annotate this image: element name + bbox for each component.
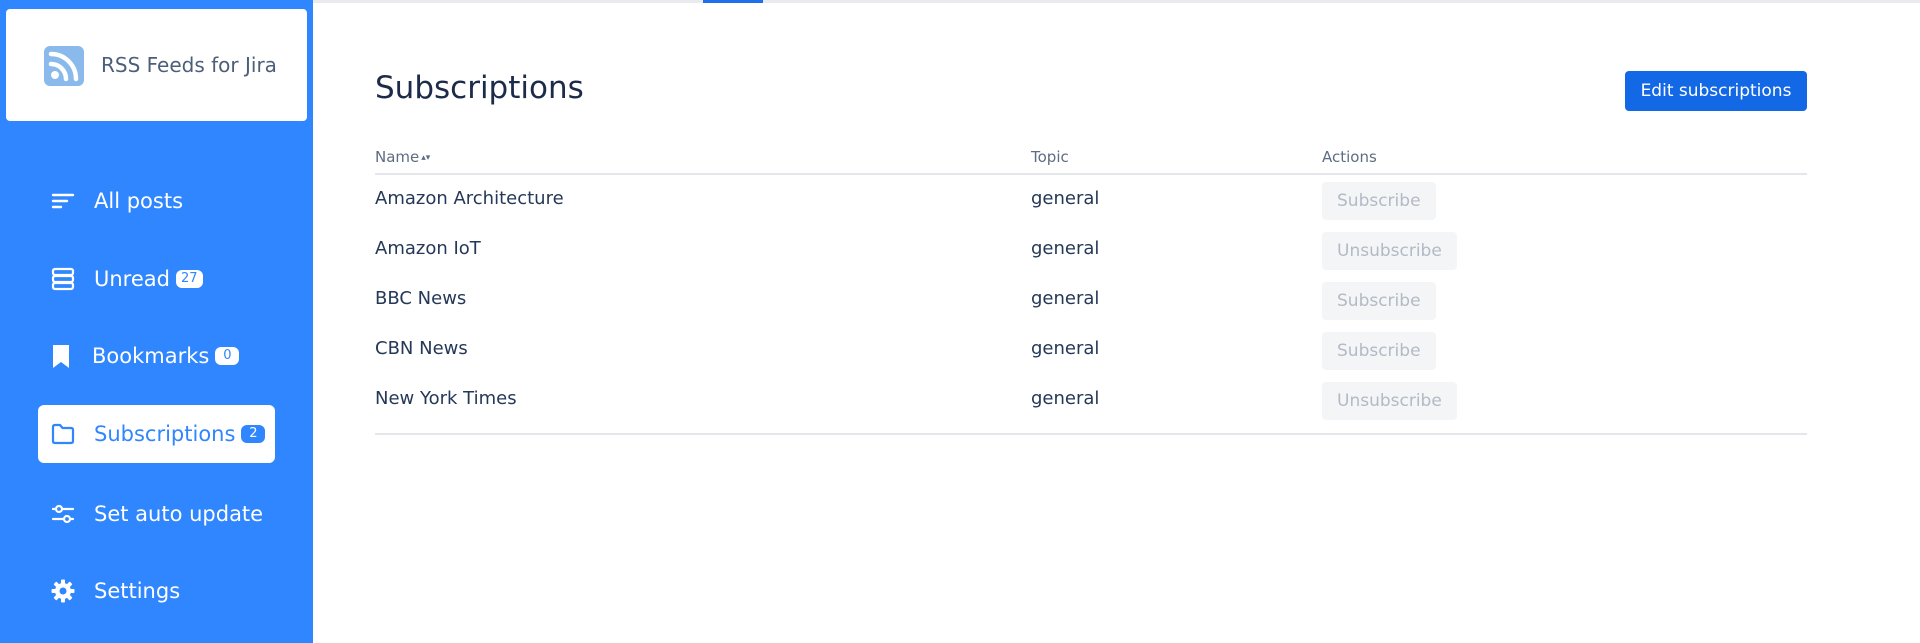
- sidebar-item-all-posts[interactable]: All posts: [38, 172, 275, 230]
- table-bottom-border: [375, 433, 1807, 435]
- table-row: Amazon Architecture general Subscribe: [375, 175, 1807, 225]
- sidebar-item-label: Subscriptions: [94, 422, 236, 446]
- subscription-topic: general: [1031, 338, 1100, 359]
- subscription-topic: general: [1031, 388, 1100, 409]
- subscription-name: New York Times: [375, 388, 517, 409]
- bookmarks-count-badge: 0: [215, 347, 240, 365]
- sidebar: RSS Feeds for Jira All posts Unread 27 B…: [0, 0, 313, 643]
- subscription-name: CBN News: [375, 338, 468, 359]
- unsubscribe-button[interactable]: Unsubscribe: [1322, 382, 1457, 420]
- subscription-topic: general: [1031, 188, 1100, 209]
- folder-icon: [50, 421, 76, 447]
- stack-icon: [50, 266, 76, 292]
- subscriptions-count-badge: 2: [241, 425, 266, 443]
- subscription-topic: general: [1031, 288, 1100, 309]
- subscribe-button[interactable]: Subscribe: [1322, 182, 1436, 220]
- sidebar-item-label: Unread: [94, 267, 170, 291]
- list-icon: [50, 188, 76, 214]
- page-title: Subscriptions: [375, 70, 584, 106]
- table-row: CBN News general Subscribe: [375, 325, 1807, 375]
- sliders-icon: [50, 501, 76, 527]
- table-row: Amazon IoT general Unsubscribe: [375, 225, 1807, 275]
- subscribe-button[interactable]: Subscribe: [1322, 282, 1436, 320]
- unsubscribe-button[interactable]: Unsubscribe: [1322, 232, 1457, 270]
- table-row: New York Times general Unsubscribe: [375, 375, 1807, 425]
- sidebar-item-bookmarks[interactable]: Bookmarks 0: [38, 327, 275, 385]
- brand-card[interactable]: RSS Feeds for Jira: [6, 9, 307, 121]
- top-active-indicator: [703, 0, 763, 3]
- subscribe-button[interactable]: Subscribe: [1322, 332, 1436, 370]
- column-header-actions: Actions: [1322, 148, 1377, 166]
- sidebar-item-label: Set auto update: [94, 502, 264, 526]
- sidebar-item-subscriptions[interactable]: Subscriptions 2: [38, 405, 275, 463]
- sidebar-item-label: Settings: [94, 579, 181, 603]
- sidebar-item-label: Bookmarks: [92, 344, 210, 368]
- sidebar-item-set-auto-update[interactable]: Set auto update: [38, 485, 275, 543]
- rss-icon: [44, 46, 84, 86]
- bookmark-icon: [48, 343, 74, 369]
- sort-icon[interactable]: ▴▾: [421, 153, 430, 163]
- unread-count-badge: 27: [175, 270, 203, 288]
- edit-subscriptions-button[interactable]: Edit subscriptions: [1625, 71, 1807, 111]
- subscription-name: BBC News: [375, 288, 467, 309]
- subscription-name: Amazon Architecture: [375, 188, 564, 209]
- app-title: RSS Feeds for Jira: [101, 53, 277, 77]
- sidebar-item-label: All posts: [94, 189, 184, 213]
- subscription-topic: general: [1031, 238, 1100, 259]
- subscription-name: Amazon IoT: [375, 238, 481, 259]
- gear-icon: [50, 578, 76, 604]
- column-header-name[interactable]: Name ▴▾: [375, 148, 430, 166]
- sidebar-item-settings[interactable]: Settings: [38, 562, 275, 620]
- table-row: BBC News general Subscribe: [375, 275, 1807, 325]
- sidebar-item-unread[interactable]: Unread 27: [38, 250, 275, 308]
- table-header: Name ▴▾ Topic Actions: [375, 140, 1807, 175]
- column-header-topic: Topic: [1031, 148, 1069, 166]
- subscriptions-table: Name ▴▾ Topic Actions Amazon Architecture…: [375, 140, 1807, 435]
